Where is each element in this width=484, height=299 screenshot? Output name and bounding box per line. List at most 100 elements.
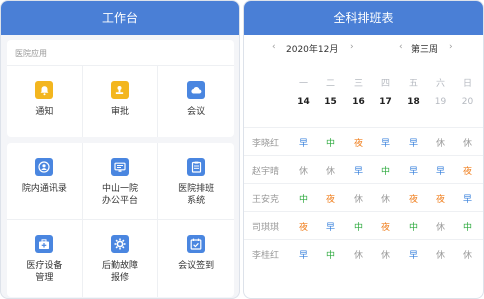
clipboard-icon <box>187 158 206 176</box>
staff-name: 赵宇晴 <box>252 167 280 177</box>
shift-cell[interactable]: 休 <box>345 248 372 261</box>
staff-name: 李晓红 <box>252 139 280 149</box>
shift-cell[interactable]: 夜 <box>345 136 372 149</box>
app-equipment[interactable]: 医疗设备 管理 <box>7 220 83 297</box>
shift-cell[interactable]: 早 <box>400 164 427 177</box>
app-notice[interactable]: 通知 <box>7 66 83 137</box>
workbench-screen: 工作台 医院应用 通知 审批 会议 院内通讯录 中山一院 办公平台 医院排班 系… <box>0 0 240 299</box>
checkin-icon <box>187 235 206 253</box>
app-scheduling[interactable]: 医院排班 系统 <box>158 143 234 220</box>
app-label: 中山一院 办公平台 <box>101 184 138 206</box>
chevron-left-icon[interactable]: ‹ <box>399 42 403 52</box>
staff-name: 王安克 <box>252 195 280 205</box>
date-header: 14 15 16 17 18 19 20 <box>244 97 483 111</box>
cloud-icon <box>187 81 206 99</box>
schedule-title: 全科排班表 <box>244 1 483 35</box>
shift-cell[interactable]: 休 <box>427 136 454 149</box>
shift-cell[interactable]: 夜 <box>400 192 427 205</box>
app-label: 后勤故障 报修 <box>101 261 138 283</box>
shift-cell[interactable]: 早 <box>317 220 344 233</box>
shift-cell[interactable]: 早 <box>345 164 372 177</box>
shift-cell[interactable]: 休 <box>345 192 372 205</box>
date-label[interactable]: 20 <box>454 97 481 107</box>
shift-cell[interactable]: 休 <box>454 136 481 149</box>
shift-cell[interactable]: 夜 <box>317 192 344 205</box>
workbench-title: 工作台 <box>1 1 239 35</box>
chevron-right-icon[interactable]: › <box>449 42 453 52</box>
app-office-platform[interactable]: 中山一院 办公平台 <box>82 143 159 220</box>
shift-cell[interactable]: 休 <box>427 248 454 261</box>
period-selector: ‹ 2020年12月 › ‹ 第三周 › <box>244 39 483 57</box>
shift-cell[interactable]: 休 <box>427 220 454 233</box>
schedule-row: 赵宇晴休休早中早早夜 <box>244 156 483 184</box>
weekday-label: 六 <box>435 79 445 89</box>
apps-top-grid: 通知 审批 会议 <box>7 65 234 137</box>
shift-cell[interactable]: 中 <box>372 164 399 177</box>
shift-cell[interactable]: 夜 <box>427 192 454 205</box>
date-label[interactable]: 19 <box>427 97 454 107</box>
chevron-left-icon[interactable]: ‹ <box>272 42 276 52</box>
shift-cell[interactable]: 早 <box>400 136 427 149</box>
schedule-row: 司琪琪夜早中夜中休中 <box>244 212 483 240</box>
month-label[interactable]: 2020年12月 <box>286 42 338 55</box>
hospital-apps-card: 医院应用 通知 审批 会议 <box>7 40 234 137</box>
schedule-row: 王安克中夜休休夜夜早 <box>244 184 483 212</box>
shift-cell[interactable]: 夜 <box>454 164 481 177</box>
week-label[interactable]: 第三周 <box>411 42 438 55</box>
shift-cell[interactable]: 早 <box>290 136 317 149</box>
shift-cell[interactable]: 早 <box>427 164 454 177</box>
staff-name: 李桂红 <box>252 251 280 261</box>
shift-cell[interactable]: 中 <box>317 136 344 149</box>
schedule-row: 李桂红早中休休早休休 <box>244 240 483 268</box>
date-label[interactable]: 15 <box>317 97 344 107</box>
app-contacts[interactable]: 院内通讯录 <box>7 143 83 220</box>
bell-icon <box>35 81 54 99</box>
weekday-header: 一二三四五六日 <box>244 76 483 90</box>
shift-cell[interactable]: 中 <box>400 220 427 233</box>
weekday-label: 五 <box>408 79 418 89</box>
app-label: 医院排班 系统 <box>178 184 215 206</box>
staff-name: 司琪琪 <box>252 223 280 233</box>
medkit-icon <box>35 235 54 253</box>
shift-cell[interactable]: 夜 <box>372 220 399 233</box>
monitor-icon <box>110 158 129 176</box>
shift-cell[interactable]: 休 <box>290 164 317 177</box>
shift-cell[interactable]: 休 <box>372 248 399 261</box>
apps-bottom-grid: 院内通讯录 中山一院 办公平台 医院排班 系统 医疗设备 管理 后勤故障 报修 … <box>7 143 234 297</box>
weekday-label: 四 <box>380 79 390 89</box>
shift-cell[interactable]: 中 <box>345 220 372 233</box>
date-label[interactable]: 14 <box>290 97 317 107</box>
app-label: 会议签到 <box>178 261 215 271</box>
shift-cell[interactable]: 早 <box>372 136 399 149</box>
shift-cell[interactable]: 休 <box>372 192 399 205</box>
app-label: 院内通讯录 <box>21 184 67 194</box>
shift-cell[interactable]: 早 <box>290 248 317 261</box>
weekday-label: 二 <box>325 79 335 89</box>
shift-cell[interactable]: 休 <box>317 164 344 177</box>
schedule-screen: 全科排班表 ‹ 2020年12月 › ‹ 第三周 › 一二三四五六日 14 15 1… <box>243 0 484 299</box>
date-label[interactable]: 16 <box>345 97 372 107</box>
app-meeting[interactable]: 会议 <box>158 66 234 137</box>
app-label: 通知 <box>35 107 54 117</box>
date-label[interactable]: 18 <box>400 97 427 107</box>
weekday-label: 三 <box>353 79 363 89</box>
contacts-icon <box>35 158 54 176</box>
office-apps-card: 院内通讯录 中山一院 办公平台 医院排班 系统 医疗设备 管理 后勤故障 报修 … <box>7 143 234 297</box>
app-label: 审批 <box>110 107 129 117</box>
shift-cell[interactable]: 夜 <box>290 220 317 233</box>
app-repair[interactable]: 后勤故障 报修 <box>83 220 159 297</box>
shift-cell[interactable]: 早 <box>400 248 427 261</box>
chevron-right-icon[interactable]: › <box>350 42 354 52</box>
shift-cell[interactable]: 早 <box>454 192 481 205</box>
shift-cell[interactable]: 中 <box>454 220 481 233</box>
app-checkin[interactable]: 会议签到 <box>158 220 234 297</box>
shift-cell[interactable]: 中 <box>290 192 317 205</box>
app-label: 医疗设备 管理 <box>26 261 63 283</box>
section-label: 医院应用 <box>15 49 47 58</box>
shift-cell[interactable]: 休 <box>454 248 481 261</box>
app-approval[interactable]: 审批 <box>83 66 159 137</box>
date-label[interactable]: 17 <box>372 97 399 107</box>
app-label: 会议 <box>187 107 206 117</box>
shift-cell[interactable]: 中 <box>317 248 344 261</box>
stamp-icon <box>110 81 129 99</box>
